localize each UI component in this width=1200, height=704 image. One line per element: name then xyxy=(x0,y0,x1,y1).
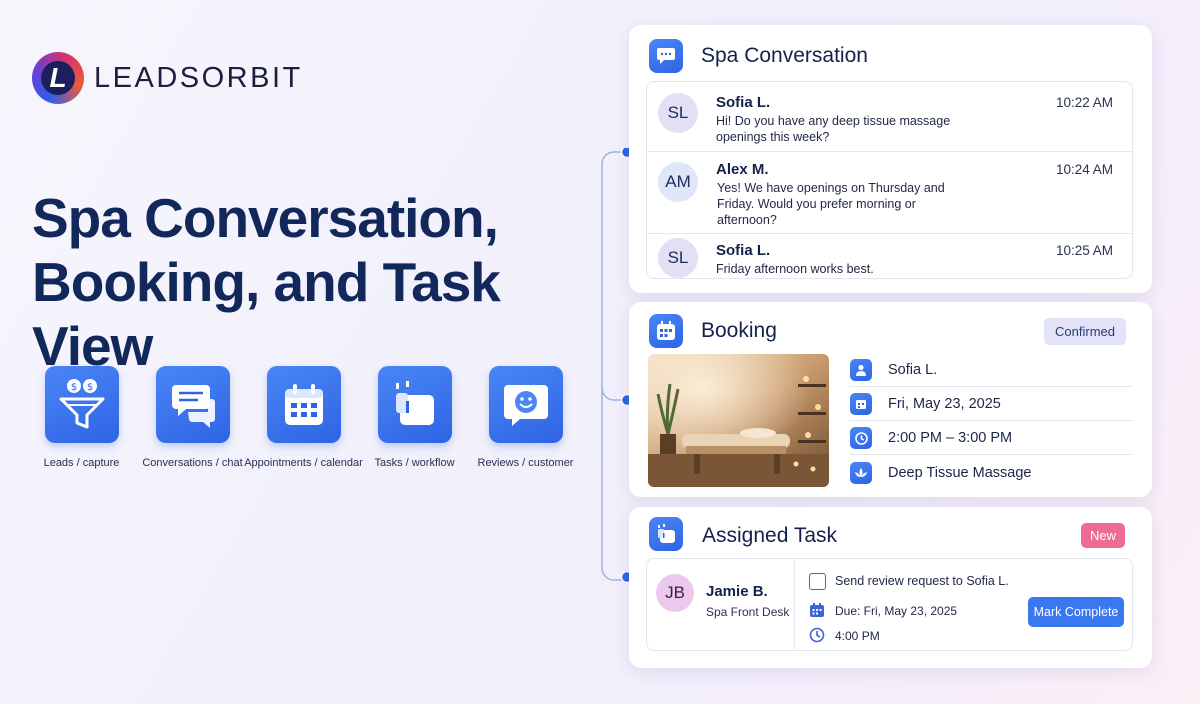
avatar: SL xyxy=(658,238,698,278)
task-card: Assigned Task New JB Jamie B. Spa Front … xyxy=(629,507,1152,668)
assignee-name: Jamie B. xyxy=(706,583,768,600)
avatar: AM xyxy=(658,162,698,202)
message-list: SL Sofia L. Hi! Do you have any deep tis… xyxy=(646,81,1133,279)
booking-date-row: Fri, May 23, 2025 xyxy=(849,388,1133,421)
brand-logo: L LEADSORBIT xyxy=(32,52,303,104)
booking-title: Booking xyxy=(701,319,777,342)
task-details: JB Jamie B. Spa Front Desk Send review r… xyxy=(646,558,1133,651)
lotus-icon xyxy=(850,461,872,484)
conversation-card: Spa Conversation SL Sofia L. Hi! Do you … xyxy=(629,25,1152,293)
booking-time-row: 2:00 PM – 3:00 PM xyxy=(849,422,1133,455)
booking-client-row: Sofia L. xyxy=(849,354,1133,387)
message-text: Yes! We have openings on Thursday and Fr… xyxy=(717,181,945,227)
feature-list: $ $ Leads / capture Conversations / chat xyxy=(26,366,581,469)
conversation-title: Spa Conversation xyxy=(701,44,868,67)
feature-label: Appointments / calendar xyxy=(244,457,363,469)
message-item[interactable]: SL Sofia L. Friday afternoon works best.… xyxy=(647,233,1132,280)
spa-room-photo xyxy=(648,354,829,487)
logo-letter: L xyxy=(49,62,67,93)
booking-card: Booking Confirmed Sofia L. Fri, May 23, … xyxy=(629,302,1152,497)
page-headline: Spa Conversation, Booking, and Task View xyxy=(32,186,592,378)
assignee-role: Spa Front Desk xyxy=(706,605,790,619)
message-text: Friday afternoon works best. xyxy=(716,262,874,276)
task-icon xyxy=(377,366,452,443)
clock-icon xyxy=(809,627,825,643)
feature-tasks: Tasks / workflow xyxy=(359,366,470,469)
booking-client: Sofia L. xyxy=(888,362,938,378)
message-time: 10:22 AM xyxy=(1055,95,1113,110)
feature-label: Reviews / customer xyxy=(477,457,574,469)
message-sender: Alex M. xyxy=(716,161,769,178)
message-sender: Sofia L. xyxy=(716,242,771,259)
headline-line-2: Booking, and Task View xyxy=(32,251,501,377)
message-sender: Sofia L. xyxy=(716,94,771,111)
feature-label: Tasks / workflow xyxy=(374,457,455,469)
chat-bubbles-icon xyxy=(155,366,230,443)
booking-service: Deep Tissue Massage xyxy=(888,464,1032,481)
message-item[interactable]: AM Alex M. Yes! We have openings on Thur… xyxy=(647,151,1132,233)
calendar-icon xyxy=(266,366,341,443)
svg-text:$: $ xyxy=(86,382,92,393)
message-time: 10:25 AM xyxy=(1055,243,1113,258)
user-icon xyxy=(850,359,872,381)
smiley-review-icon xyxy=(488,366,563,443)
task-due-date: Due: Fri, May 23, 2025 xyxy=(835,604,958,618)
message-text: Hi! Do you have any deep tissue massage … xyxy=(716,114,951,144)
clock-icon xyxy=(850,427,872,449)
svg-text:$: $ xyxy=(70,382,76,393)
new-badge: New xyxy=(1080,523,1125,548)
assignee-avatar: JB xyxy=(656,574,694,612)
task-due-time: 4:00 PM xyxy=(835,629,880,643)
feature-leads: $ $ Leads / capture xyxy=(26,366,137,469)
task-icon xyxy=(649,517,683,551)
booking-time: 2:00 PM – 3:00 PM xyxy=(888,430,1013,446)
avatar: SL xyxy=(658,93,698,133)
booking-service-row: Deep Tissue Massage xyxy=(849,456,1133,489)
calendar-icon xyxy=(649,314,683,348)
feature-label: Conversations / chat xyxy=(142,457,243,469)
task-checkbox[interactable] xyxy=(809,573,826,590)
feature-reviews: Reviews / customer xyxy=(470,366,581,469)
calendar-icon xyxy=(850,393,872,415)
task-title: Assigned Task xyxy=(702,524,838,547)
message-time: 10:24 AM xyxy=(1055,162,1113,177)
booking-date: Fri, May 23, 2025 xyxy=(888,396,1001,412)
feature-label: Leads / capture xyxy=(43,457,120,469)
feature-conversations: Conversations / chat xyxy=(137,366,248,469)
brand-name: LEADSORBIT xyxy=(94,61,303,94)
chat-icon xyxy=(649,39,683,73)
status-badge: Confirmed xyxy=(1044,318,1126,345)
mark-complete-button[interactable]: Mark Complete xyxy=(1028,597,1124,627)
headline-line-1: Spa Conversation, xyxy=(32,187,499,249)
divider xyxy=(794,559,795,650)
calendar-icon xyxy=(810,603,824,617)
orbit-logo-icon: L xyxy=(32,52,84,104)
feature-appointments: Appointments / calendar xyxy=(244,366,363,469)
funnel-icon: $ $ xyxy=(44,366,119,443)
message-item[interactable]: SL Sofia L. Hi! Do you have any deep tis… xyxy=(647,82,1132,151)
task-description: Send review request to Sofia L. xyxy=(835,574,1009,588)
